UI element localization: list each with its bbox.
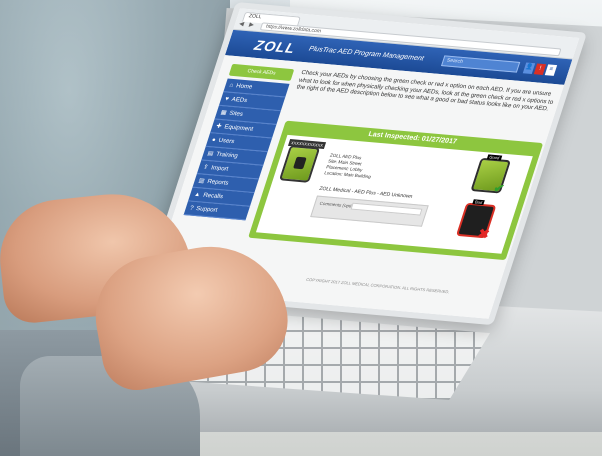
bad-label: Bad [472, 199, 485, 206]
zoll-logo[interactable]: ZOLL [252, 37, 297, 56]
search-input[interactable]: Search [440, 55, 521, 73]
check-icon: ✔ [491, 181, 507, 196]
comments-input[interactable] [350, 202, 423, 216]
sidebar-item-label: Import [210, 164, 230, 173]
inspection-panel: Last Inspected: 01/27/2017 XXXXXXXXXXXX … [248, 120, 544, 261]
menu-icon[interactable]: ≡ [544, 64, 558, 76]
app-title: PlusTrac AED Program Management [307, 45, 425, 63]
footer-copyright: COPYRIGHT 2017 ZOLL MEDICAL CORPORATION.… [305, 276, 451, 295]
sidebar-item-label: Sites [228, 110, 244, 118]
good-label: Good [486, 154, 503, 161]
x-icon: ✖ [475, 225, 492, 242]
bad-status-button[interactable]: Bad ✖ [455, 199, 497, 241]
comments-box: Comments (optional) [310, 195, 429, 227]
aed-info: ZOLL AED Plus Site: Main Street Placemen… [323, 153, 377, 180]
sidebar-item-label: Support [195, 205, 219, 214]
aed-device-image [278, 145, 321, 183]
aed-card: XXXXXXXXXXXX ZOLL AED Plus Site: Main St… [255, 134, 533, 254]
sidebar-item-label: Users [217, 137, 236, 145]
back-icon[interactable]: ◀ [238, 20, 245, 27]
sidebar-item-label: AEDs [230, 96, 249, 104]
forward-icon[interactable]: ▶ [248, 21, 255, 28]
good-status-button[interactable]: Good ✔ [470, 154, 512, 196]
sidebar-item-label: Home [235, 82, 254, 91]
